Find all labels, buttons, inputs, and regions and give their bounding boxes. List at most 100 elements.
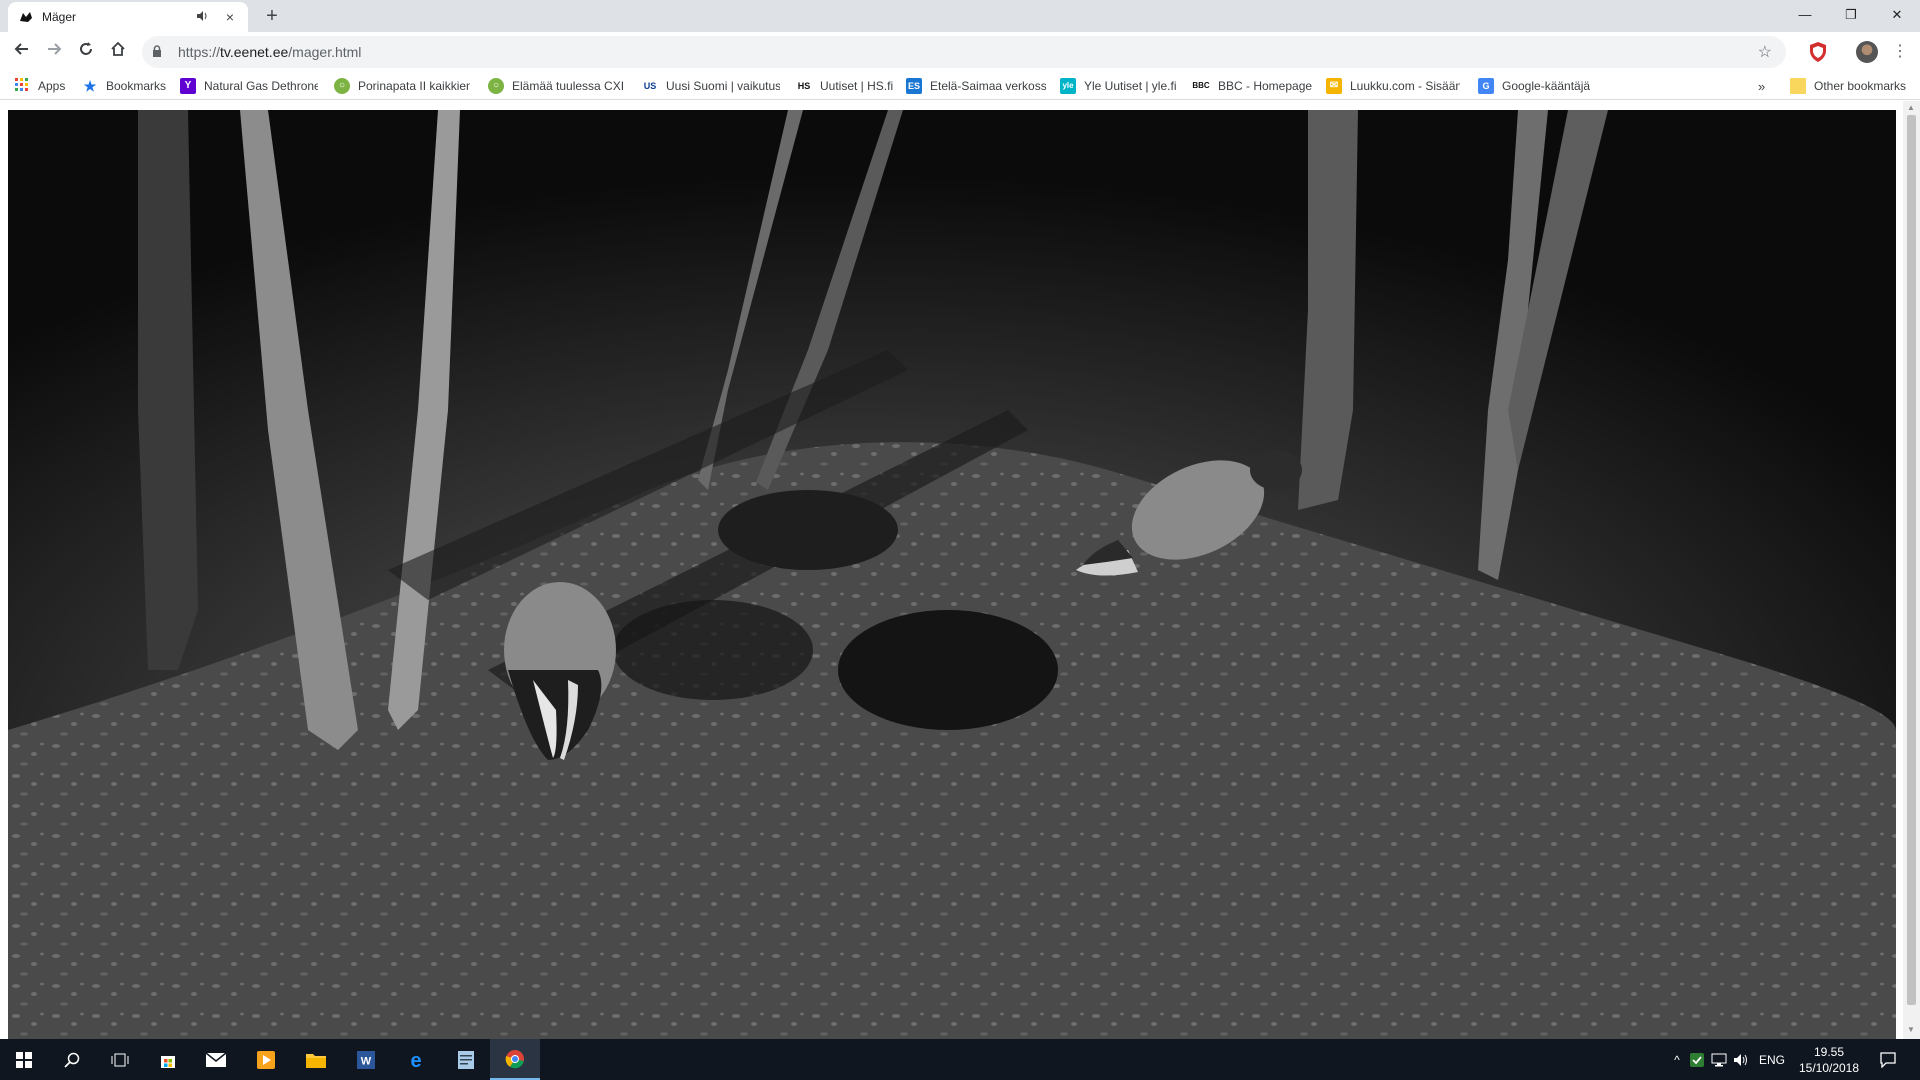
language-indicator[interactable]: ENG bbox=[1752, 1053, 1792, 1067]
browser-toolbar: https://tv.eenet.ee/mager.html ☆ bbox=[0, 32, 1920, 72]
bbc-icon: BBC bbox=[1192, 81, 1210, 90]
profile-avatar[interactable] bbox=[1856, 41, 1878, 63]
browser-menu-icon[interactable]: ⋮ bbox=[1890, 40, 1910, 64]
bookmark-label: Google-kääntäjä bbox=[1502, 79, 1591, 93]
minimize-button[interactable]: — bbox=[1782, 0, 1828, 30]
bookmark-bookmarks[interactable]: ★ Bookmarks bbox=[82, 77, 172, 95]
windows-taskbar: W e ^ ENG 19.55 15/10/2018 bbox=[0, 1039, 1920, 1080]
folder-icon bbox=[1790, 78, 1806, 94]
start-button[interactable] bbox=[0, 1039, 48, 1080]
bookmark-etela-saimaa[interactable]: ES Etelä-Saimaa verkoss bbox=[906, 77, 1046, 95]
bookmark-label: Natural Gas Dethrone bbox=[204, 79, 318, 93]
restore-button[interactable]: ❐ bbox=[1828, 0, 1874, 30]
folder-icon bbox=[306, 1053, 326, 1068]
badger-webcam-video[interactable] bbox=[8, 110, 1896, 1040]
notepad-app[interactable] bbox=[442, 1039, 490, 1080]
store-app[interactable] bbox=[144, 1039, 192, 1080]
notepad-icon bbox=[458, 1050, 474, 1069]
network-icon[interactable] bbox=[1708, 1053, 1730, 1067]
tab-strip: Mäger × + — ❐ ✕ bbox=[0, 0, 1920, 32]
other-bookmarks[interactable]: Other bookmarks bbox=[1790, 77, 1916, 95]
new-tab-button[interactable]: + bbox=[260, 4, 284, 28]
media-player-icon bbox=[257, 1050, 275, 1069]
back-button[interactable] bbox=[10, 40, 34, 64]
tab-title: Mäger bbox=[42, 10, 77, 24]
bookmark-luukku[interactable]: ✉ Luukku.com - Sisäänk bbox=[1326, 77, 1460, 95]
bookmark-hs[interactable]: HS Uutiset | HS.fi bbox=[796, 77, 896, 95]
security-check-icon[interactable] bbox=[1686, 1052, 1708, 1067]
edge-app[interactable]: e bbox=[392, 1039, 440, 1080]
tab-close-icon[interactable]: × bbox=[222, 9, 238, 25]
bookmark-star-icon[interactable]: ☆ bbox=[1758, 42, 1772, 62]
arrow-left-icon bbox=[14, 43, 28, 55]
chrome-app[interactable] bbox=[490, 1039, 540, 1080]
clock-time: 19.55 bbox=[1813, 1045, 1845, 1059]
taskbar-clock[interactable]: 19.55 15/10/2018 bbox=[1798, 1044, 1860, 1076]
apps-grid-icon bbox=[14, 78, 30, 94]
uusi-suomi-icon: US bbox=[643, 81, 657, 91]
url-host: tv.eenet.ee bbox=[220, 44, 289, 60]
store-icon bbox=[161, 1055, 175, 1068]
bookmark-yle[interactable]: yle Yle Uutiset | yle.fi bbox=[1060, 77, 1190, 95]
bookmark-label: Uusi Suomi | vaikutus bbox=[666, 79, 780, 93]
search-button[interactable] bbox=[48, 1039, 96, 1080]
forum-icon: ○ bbox=[488, 78, 504, 94]
notification-icon bbox=[1880, 1051, 1896, 1068]
notifications-button[interactable] bbox=[1868, 1039, 1908, 1080]
badger-favicon-icon bbox=[18, 9, 34, 25]
word-app[interactable]: W bbox=[342, 1039, 390, 1080]
bookmark-google-translate[interactable]: G Google-kääntäjä bbox=[1478, 77, 1608, 95]
shield-extension-icon[interactable] bbox=[1808, 41, 1828, 63]
bookmark-label: Yle Uutiset | yle.fi bbox=[1084, 79, 1177, 93]
reload-button[interactable] bbox=[74, 40, 98, 64]
media-app[interactable] bbox=[242, 1039, 290, 1080]
speaker-icon[interactable] bbox=[196, 10, 212, 25]
bookmark-label: Apps bbox=[38, 79, 66, 93]
yle-icon: yle bbox=[1060, 78, 1076, 94]
bookmark-label: Elämää tuulessa CXIII bbox=[512, 79, 624, 93]
scroll-down-icon[interactable]: ▼ bbox=[1907, 1025, 1915, 1034]
page-content bbox=[0, 101, 1920, 1040]
reload-icon bbox=[80, 42, 92, 55]
close-window-button[interactable]: ✕ bbox=[1874, 0, 1920, 30]
bookmark-uusi-suomi[interactable]: US Uusi Suomi | vaikutus bbox=[642, 77, 780, 95]
mail-app[interactable] bbox=[192, 1039, 240, 1080]
task-view-icon bbox=[111, 1053, 129, 1066]
bookmark-natural-gas[interactable]: Y Natural Gas Dethrone bbox=[180, 77, 318, 95]
bookmark-label: Luukku.com - Sisäänk bbox=[1350, 79, 1460, 93]
volume-icon[interactable] bbox=[1730, 1053, 1752, 1067]
star-icon: ★ bbox=[83, 78, 97, 94]
bookmark-elamaa[interactable]: ○ Elämää tuulessa CXIII bbox=[488, 77, 624, 95]
bookmarks-overflow-button[interactable]: » bbox=[1758, 77, 1772, 95]
yahoo-icon: Y bbox=[180, 78, 196, 94]
bookmark-apps[interactable]: Apps bbox=[14, 77, 74, 95]
edge-icon: e bbox=[410, 1050, 421, 1070]
task-view-button[interactable] bbox=[96, 1039, 144, 1080]
file-explorer-app[interactable] bbox=[292, 1039, 340, 1080]
tab-mager[interactable]: Mäger × bbox=[8, 2, 248, 32]
scroll-up-icon[interactable]: ▲ bbox=[1907, 103, 1915, 112]
night-vision-scene bbox=[8, 110, 1896, 1040]
windows-logo-icon bbox=[16, 1051, 32, 1068]
bookmark-label: Bookmarks bbox=[106, 79, 167, 93]
forward-button[interactable] bbox=[42, 40, 66, 64]
url-scheme: https:// bbox=[178, 44, 221, 60]
clock-date: 15/10/2018 bbox=[1798, 1061, 1860, 1075]
bookmark-bbc[interactable]: BBC BBC - Homepage bbox=[1192, 77, 1314, 95]
bookmark-label: BBC - Homepage bbox=[1218, 79, 1313, 93]
address-bar[interactable]: https://tv.eenet.ee/mager.html ☆ bbox=[142, 36, 1786, 68]
bookmark-label: Uutiset | HS.fi bbox=[820, 79, 894, 93]
page-scrollbar[interactable]: ▲ ▼ bbox=[1903, 101, 1920, 1039]
translate-icon: G bbox=[1478, 78, 1494, 94]
home-button[interactable] bbox=[106, 40, 130, 64]
url-path: /mager.html bbox=[288, 44, 362, 60]
search-icon bbox=[64, 1052, 80, 1068]
mail-icon bbox=[206, 1052, 226, 1067]
bookmark-porinapata[interactable]: ○ Porinapata II kaikkien bbox=[334, 77, 470, 95]
bookmark-label: Etelä-Saimaa verkoss bbox=[930, 79, 1046, 93]
scrollbar-thumb[interactable] bbox=[1907, 115, 1916, 1005]
show-hidden-icons-icon[interactable]: ^ bbox=[1668, 1053, 1686, 1067]
arrow-right-icon bbox=[48, 43, 62, 55]
svg-text:W: W bbox=[361, 1055, 372, 1067]
bookmark-label: Porinapata II kaikkien bbox=[358, 79, 470, 93]
